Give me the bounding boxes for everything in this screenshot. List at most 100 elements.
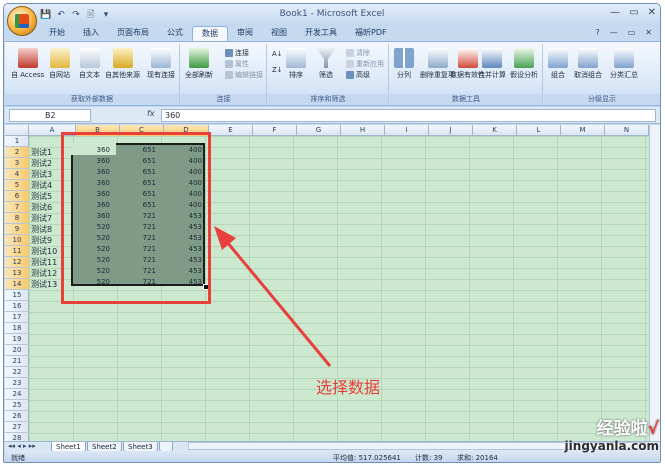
cell-a[interactable]: 测试3 — [31, 169, 52, 180]
cell-a[interactable]: 测试11 — [31, 257, 57, 268]
select-all-corner[interactable] — [5, 125, 29, 136]
cell-a[interactable]: 测试12 — [31, 268, 57, 279]
cell-a[interactable]: 测试9 — [31, 235, 52, 246]
row-header[interactable]: 24 — [5, 389, 29, 400]
column-header[interactable]: E — [209, 125, 253, 136]
row-header[interactable]: 6 — [5, 191, 29, 202]
row-header[interactable]: 5 — [5, 180, 29, 191]
cell-a[interactable]: 测试10 — [31, 246, 57, 257]
cell-a[interactable]: 测试5 — [31, 191, 52, 202]
group-label: 排序和筛选 — [268, 94, 388, 104]
row-header[interactable]: 21 — [5, 356, 29, 367]
column-header[interactable]: L — [517, 125, 561, 136]
vertical-scrollbar[interactable] — [649, 125, 660, 441]
column-header[interactable]: I — [385, 125, 429, 136]
row-header[interactable]: 16 — [5, 301, 29, 312]
from-access-button[interactable]: 自 Access — [11, 48, 44, 80]
row-header[interactable]: 22 — [5, 367, 29, 378]
edit-links-button[interactable]: 编辑链接 — [225, 70, 263, 80]
row-header[interactable]: 17 — [5, 312, 29, 323]
sort-desc-button[interactable]: Z↓ — [272, 66, 283, 74]
insert-function-icon[interactable]: fx — [147, 109, 155, 118]
name-box[interactable]: B2 — [9, 109, 91, 122]
row-header[interactable]: 26 — [5, 411, 29, 422]
tab-page-layout[interactable]: 页面布局 — [108, 26, 158, 41]
tab-insert[interactable]: 插入 — [74, 26, 108, 41]
cell-a[interactable]: 测试8 — [31, 224, 52, 235]
reapply-button[interactable]: 重新应用 — [346, 59, 384, 69]
edit-links-icon — [225, 71, 233, 79]
close-button[interactable]: ✕ — [648, 7, 656, 18]
tab-developer[interactable]: 开发工具 — [296, 26, 346, 41]
row-header[interactable]: 23 — [5, 378, 29, 389]
row-header[interactable]: 14 — [5, 279, 29, 290]
row-header[interactable]: 10 — [5, 235, 29, 246]
cell-a[interactable]: 测试2 — [31, 158, 52, 169]
row-header[interactable]: 1 — [5, 136, 29, 147]
row-header[interactable]: 25 — [5, 400, 29, 411]
row-header[interactable]: 20 — [5, 345, 29, 356]
row-header[interactable]: 7 — [5, 202, 29, 213]
minimize-button[interactable]: — — [610, 7, 620, 18]
column-header[interactable]: K — [473, 125, 517, 136]
row-header[interactable]: 15 — [5, 290, 29, 301]
group-button[interactable]: 组合 — [548, 48, 568, 80]
row-header[interactable]: 18 — [5, 323, 29, 334]
cell-a[interactable]: 测试6 — [31, 202, 52, 213]
other-sources-icon — [112, 48, 133, 68]
column-header[interactable]: G — [297, 125, 341, 136]
consolidate-button[interactable]: 合并计算 — [478, 48, 506, 80]
tab-view[interactable]: 视图 — [262, 26, 296, 41]
row-header[interactable]: 2 — [5, 147, 29, 158]
properties-button[interactable]: 属性 — [225, 59, 249, 69]
tab-formulas[interactable]: 公式 — [158, 26, 192, 41]
from-text-button[interactable]: 自文本 — [79, 48, 100, 80]
tab-home[interactable]: 开始 — [40, 26, 74, 41]
column-header[interactable]: J — [429, 125, 473, 136]
tab-data[interactable]: 数据 — [192, 26, 228, 41]
doc-restore-button[interactable]: ▭ — [628, 28, 636, 37]
row-header[interactable]: 19 — [5, 334, 29, 345]
cell-a[interactable]: 测试7 — [31, 213, 52, 224]
cell-a[interactable]: 测试1 — [31, 147, 52, 158]
clear-button[interactable]: 清除 — [346, 48, 370, 58]
row-header[interactable]: 27 — [5, 422, 29, 433]
row-header[interactable]: 3 — [5, 158, 29, 169]
row-header[interactable]: 9 — [5, 224, 29, 235]
cell-a[interactable]: 测试4 — [31, 180, 52, 191]
advanced-button[interactable]: 高级 — [346, 70, 370, 80]
from-web-button[interactable]: 自网站 — [49, 48, 70, 80]
row-header[interactable]: 12 — [5, 257, 29, 268]
connections-button[interactable]: 连接 — [225, 48, 249, 58]
doc-close-button[interactable]: ✕ — [645, 28, 652, 37]
row-header[interactable]: 8 — [5, 213, 29, 224]
existing-connections-button[interactable]: 现有连接 — [147, 48, 175, 80]
clear-icon — [346, 49, 354, 57]
from-other-sources-button[interactable]: 自其他来源 — [105, 48, 140, 80]
refresh-all-button[interactable]: 全部刷新 — [185, 48, 213, 80]
row-header[interactable]: 13 — [5, 268, 29, 279]
column-header[interactable]: H — [341, 125, 385, 136]
sort-asc-button[interactable]: A↓ — [272, 50, 283, 58]
filter-button[interactable]: 筛选 — [316, 48, 336, 80]
row-header[interactable]: 11 — [5, 246, 29, 257]
row-header[interactable]: 4 — [5, 169, 29, 180]
sort-button[interactable]: 排序 — [286, 48, 306, 80]
subtotal-button[interactable]: 分类汇总 — [610, 48, 638, 80]
formula-input[interactable]: 360 — [161, 109, 656, 122]
column-header[interactable]: N — [605, 125, 649, 136]
row-header[interactable]: 28 — [5, 433, 29, 441]
doc-minimize-button[interactable]: — — [610, 28, 618, 37]
sheet-nav-arrows[interactable]: ◂◂ ◂ ▸ ▸▸ — [8, 442, 36, 450]
column-header[interactable]: F — [253, 125, 297, 136]
ungroup-button[interactable]: 取消组合 — [574, 48, 602, 80]
office-button[interactable] — [7, 6, 37, 36]
tab-review[interactable]: 审阅 — [228, 26, 262, 41]
help-icon[interactable]: ? — [595, 28, 599, 37]
cell-a[interactable]: 测试13 — [31, 279, 57, 290]
tab-foxit-pdf[interactable]: 福昕PDF — [346, 26, 396, 41]
text-to-columns-button[interactable]: 分列 — [394, 48, 414, 80]
what-if-analysis-button[interactable]: 假设分析 — [510, 48, 538, 80]
maximize-button[interactable]: ▭ — [629, 7, 638, 18]
column-header[interactable]: M — [561, 125, 605, 136]
